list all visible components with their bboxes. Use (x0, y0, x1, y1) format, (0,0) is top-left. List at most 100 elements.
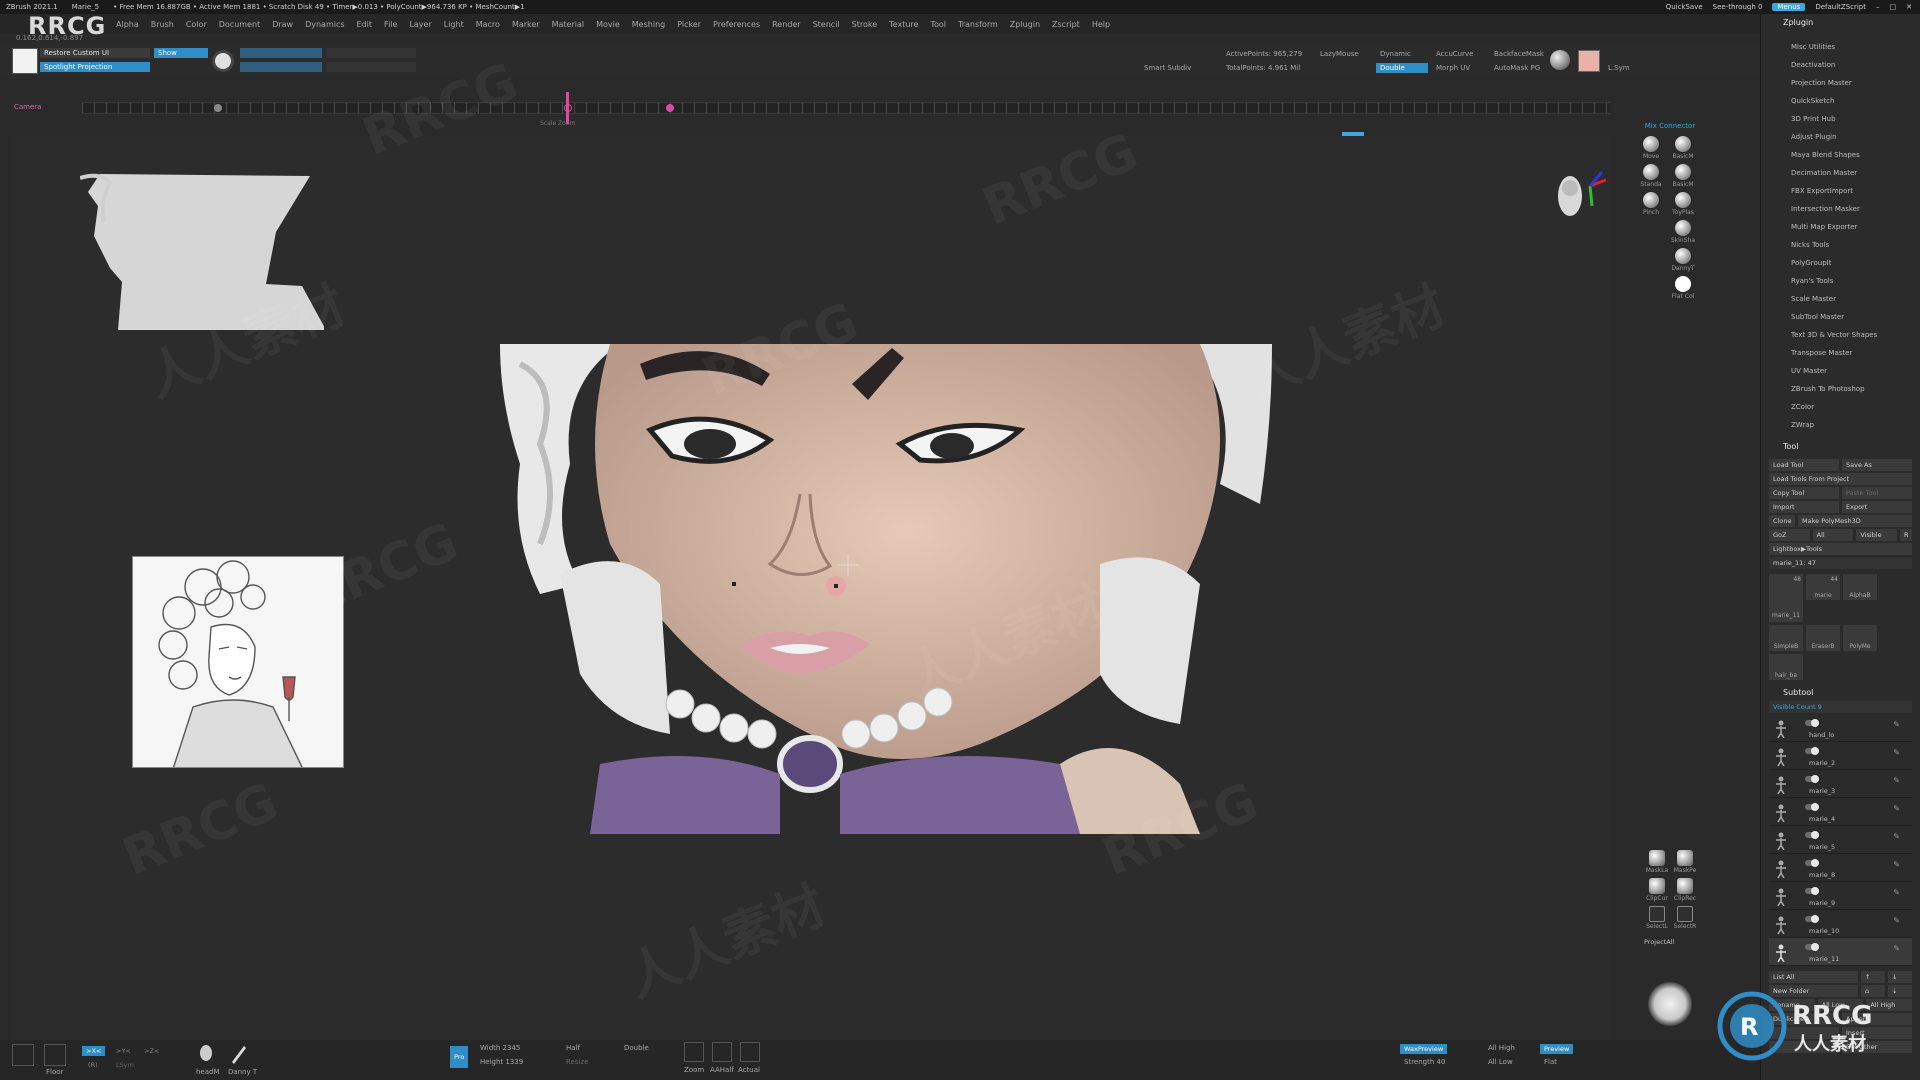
window-minimize-icon[interactable]: – (1876, 3, 1880, 11)
radial-symmetry-button[interactable]: (R) (84, 1060, 102, 1070)
menu-preferences[interactable]: Preferences (707, 20, 766, 29)
morph-uv-button[interactable]: Morph UV (1436, 64, 1470, 72)
tool-thumb-eraserb[interactable]: EraserB (1806, 625, 1840, 651)
plugin-zbrush-to-photoshop[interactable]: ZBrush To Photoshop (1761, 380, 1920, 398)
tool-header[interactable]: Tool (1761, 438, 1920, 454)
menu-color[interactable]: Color (180, 20, 213, 29)
brush-pinch[interactable]: Pinch (1636, 192, 1666, 216)
zoom-icon[interactable] (684, 1042, 704, 1062)
y-symmetry-button[interactable]: >Y< (112, 1046, 135, 1056)
navigation-gyro[interactable] (1550, 166, 1610, 226)
subtool-item[interactable]: ✎ marie_2 (1769, 742, 1912, 770)
plugin-intersection-masker[interactable]: Intersection Masker (1761, 200, 1920, 218)
menu-draw[interactable]: Draw (266, 20, 299, 29)
resize-button[interactable]: Resize (566, 1058, 588, 1066)
window-maximize-icon[interactable]: □ (1890, 3, 1897, 11)
brush-pen-icon[interactable]: ✎ (1893, 720, 1900, 729)
visibility-toggle[interactable] (1805, 915, 1819, 923)
copy-tool-button[interactable]: Copy Tool (1769, 487, 1839, 499)
smart-subdiv-button[interactable]: Smart Subdiv (1144, 64, 1191, 72)
brush-basicm[interactable]: BasicM (1668, 136, 1698, 160)
tool-thumb-simpleb[interactable]: SimpleB (1769, 625, 1803, 651)
color-swatch[interactable] (12, 48, 38, 74)
visibility-toggle[interactable] (1805, 803, 1819, 811)
width-slider[interactable]: Width 2345 (480, 1044, 520, 1052)
selectrect-tool[interactable]: SelectR (1670, 906, 1700, 930)
lightbox-tools-button[interactable]: Lightbox▶Tools (1769, 543, 1912, 555)
timeline-keyframe[interactable] (214, 104, 222, 112)
brush-pen-icon[interactable]: ✎ (1893, 916, 1900, 925)
restore-custom-ui-button[interactable]: Restore Custom UI (40, 48, 150, 58)
menu-zplugin[interactable]: Zplugin (1004, 20, 1046, 29)
danny-t-brush-icon[interactable] (228, 1044, 248, 1064)
perspective-icon[interactable] (12, 1044, 34, 1066)
plugin-fbx-exportimport[interactable]: FBX ExportImport (1761, 182, 1920, 200)
menu-document[interactable]: Document (213, 20, 266, 29)
selectlasso-tool[interactable]: SelectL (1642, 906, 1672, 930)
3d-model-render[interactable] (500, 344, 1272, 834)
goz-r-button[interactable]: R (1900, 529, 1913, 541)
subtool-item[interactable]: ✎ marie_5 (1769, 826, 1912, 854)
main-color-swatch[interactable] (1578, 50, 1600, 72)
plugin-polygroupit[interactable]: PolyGroupIt (1761, 254, 1920, 272)
menu-light[interactable]: Light (438, 20, 470, 29)
menu-stroke[interactable]: Stroke (846, 20, 884, 29)
load-tool-button[interactable]: Load Tool (1769, 459, 1839, 471)
plugin-multi-map-exporter[interactable]: Multi Map Exporter (1761, 218, 1920, 236)
plugin-text-3d[interactable]: Text 3D & Vector Shapes (1761, 326, 1920, 344)
show-button[interactable]: Show (154, 48, 208, 58)
visibility-toggle[interactable] (1805, 831, 1819, 839)
x-symmetry-button[interactable]: >X< (82, 1046, 106, 1056)
strength-slider[interactable]: Strength 40 (1404, 1058, 1445, 1066)
brush-pen-icon[interactable]: ✎ (1893, 832, 1900, 841)
spotlight-slider-1[interactable] (240, 48, 322, 58)
automask-pg-button[interactable]: AutoMask PG (1494, 64, 1540, 72)
spotlight-projection-button[interactable]: Spotlight Projection (40, 62, 150, 72)
double-button[interactable]: Double (1376, 63, 1428, 73)
brush-move[interactable]: Move (1636, 136, 1666, 160)
move-up-arrow-icon[interactable]: ↑ (1861, 971, 1885, 983)
subtool-item[interactable]: ✎ marie_8 (1769, 854, 1912, 882)
height-slider[interactable]: Height 1339 (480, 1058, 523, 1066)
goz-all-button[interactable]: All (1812, 529, 1854, 541)
plugin-zcolor[interactable]: ZColor (1761, 398, 1920, 416)
all-high-toggle[interactable]: All High (1488, 1044, 1515, 1052)
subtool-item[interactable]: ✎ marie_9 (1769, 882, 1912, 910)
plugin-scale-master[interactable]: Scale Master (1761, 290, 1920, 308)
masklasso-tool[interactable]: MaskLa (1642, 850, 1672, 874)
menu-meshing[interactable]: Meshing (626, 20, 671, 29)
pro-button[interactable]: Pro (450, 1046, 469, 1068)
plugin-3d-print-hub[interactable]: 3D Print Hub (1761, 110, 1920, 128)
timeline[interactable]: Camera Scale Zoom (0, 92, 1620, 127)
save-as-button[interactable]: Save As (1842, 459, 1912, 471)
brush-pen-icon[interactable]: ✎ (1893, 888, 1900, 897)
list-all-button[interactable]: List All (1769, 971, 1858, 983)
z-symmetry-button[interactable]: >Z< (140, 1046, 163, 1056)
menus-toggle[interactable]: Menus (1772, 3, 1806, 11)
menu-render[interactable]: Render (766, 20, 806, 29)
see-through-slider[interactable]: See-through 0 (1713, 3, 1763, 11)
timeline-track[interactable] (82, 102, 1610, 114)
tool-thumb-marie[interactable]: marie 44 (1806, 574, 1840, 600)
menu-zscript[interactable]: Zscript (1046, 20, 1086, 29)
menu-material[interactable]: Material (546, 20, 591, 29)
aahalf-button[interactable]: AAHalf (710, 1066, 734, 1074)
subtool-item-selected[interactable]: ✎ marie_11 (1769, 938, 1912, 966)
menu-alpha[interactable]: Alpha (110, 20, 145, 29)
menu-edit[interactable]: Edit (351, 20, 379, 29)
load-tools-from-project-button[interactable]: Load Tools From Project (1769, 473, 1912, 485)
default-zscript-button[interactable]: DefaultZScript (1815, 3, 1866, 11)
all-low-toggle[interactable]: All Low (1488, 1058, 1513, 1066)
project-all-button[interactable]: ProjectAll (1644, 938, 1674, 946)
brush-flatcolor[interactable]: Flat Col (1668, 276, 1698, 300)
clone-button[interactable]: Clone (1769, 515, 1795, 527)
export-button[interactable]: Export (1842, 501, 1912, 513)
plugin-subtool-master[interactable]: SubTool Master (1761, 308, 1920, 326)
menu-brush[interactable]: Brush (145, 20, 180, 29)
visibility-toggle[interactable] (1805, 859, 1819, 867)
brush-toyplastic[interactable]: ToyPlas (1668, 192, 1698, 216)
aahalf-icon[interactable] (712, 1042, 732, 1062)
brush-pen-icon[interactable]: ✎ (1893, 860, 1900, 869)
brush-pen-icon[interactable]: ✎ (1893, 804, 1900, 813)
plugin-adjust-plugin[interactable]: Adjust Plugin (1761, 128, 1920, 146)
